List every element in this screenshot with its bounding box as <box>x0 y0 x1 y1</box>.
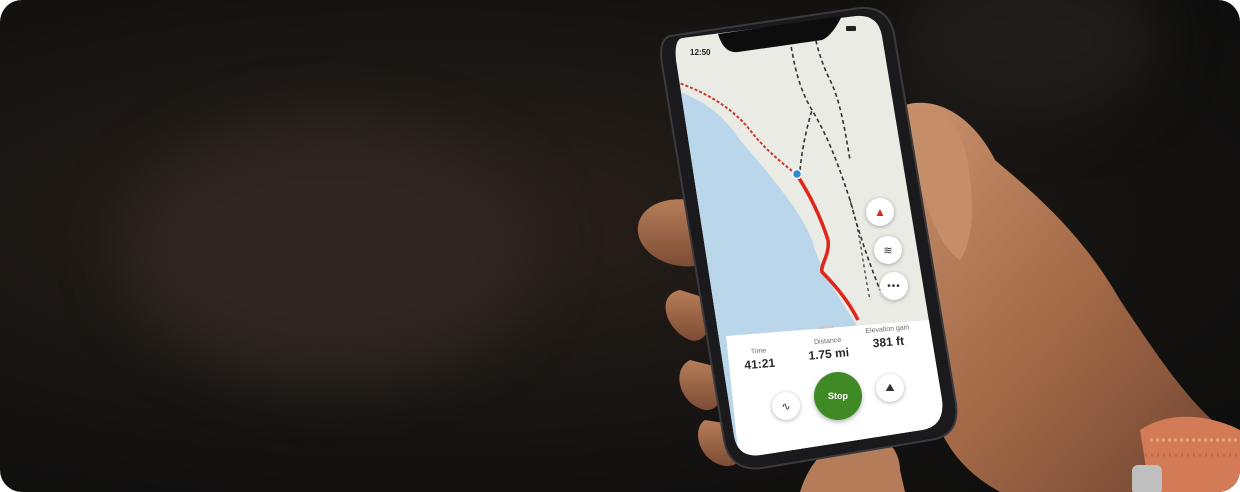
elevation-chart-button[interactable]: ∿ <box>772 392 800 420</box>
hiker-icon: ⛰ <box>885 381 895 394</box>
stop-button[interactable]: Stop <box>814 372 862 420</box>
more-icon: ••• <box>887 280 901 292</box>
more-button[interactable]: ••• <box>880 272 908 300</box>
hiker-button[interactable]: ⛰ <box>876 374 904 402</box>
stat-time-value: 41:21 <box>743 355 776 373</box>
stat-time-label: Time <box>750 347 767 356</box>
stat-time: Time 41:21 <box>743 347 776 373</box>
layers-button[interactable]: ≋ <box>874 236 902 264</box>
status-time: 12:50 <box>690 48 711 57</box>
elevation-chart-icon: ∿ <box>781 400 791 413</box>
photo-background: 12:50 ▲ ≋ ••• Time 41:21 Distance 1.75 m… <box>0 0 1240 492</box>
layers-icon: ≋ <box>883 244 893 257</box>
stat-elevation: Elevation gain 381 ft <box>865 324 911 351</box>
compass-button[interactable]: ▲ <box>866 198 894 226</box>
stat-distance: Distance 1.75 mi <box>807 336 850 363</box>
phone <box>660 6 958 470</box>
compass-icon: ▲ <box>874 205 886 219</box>
